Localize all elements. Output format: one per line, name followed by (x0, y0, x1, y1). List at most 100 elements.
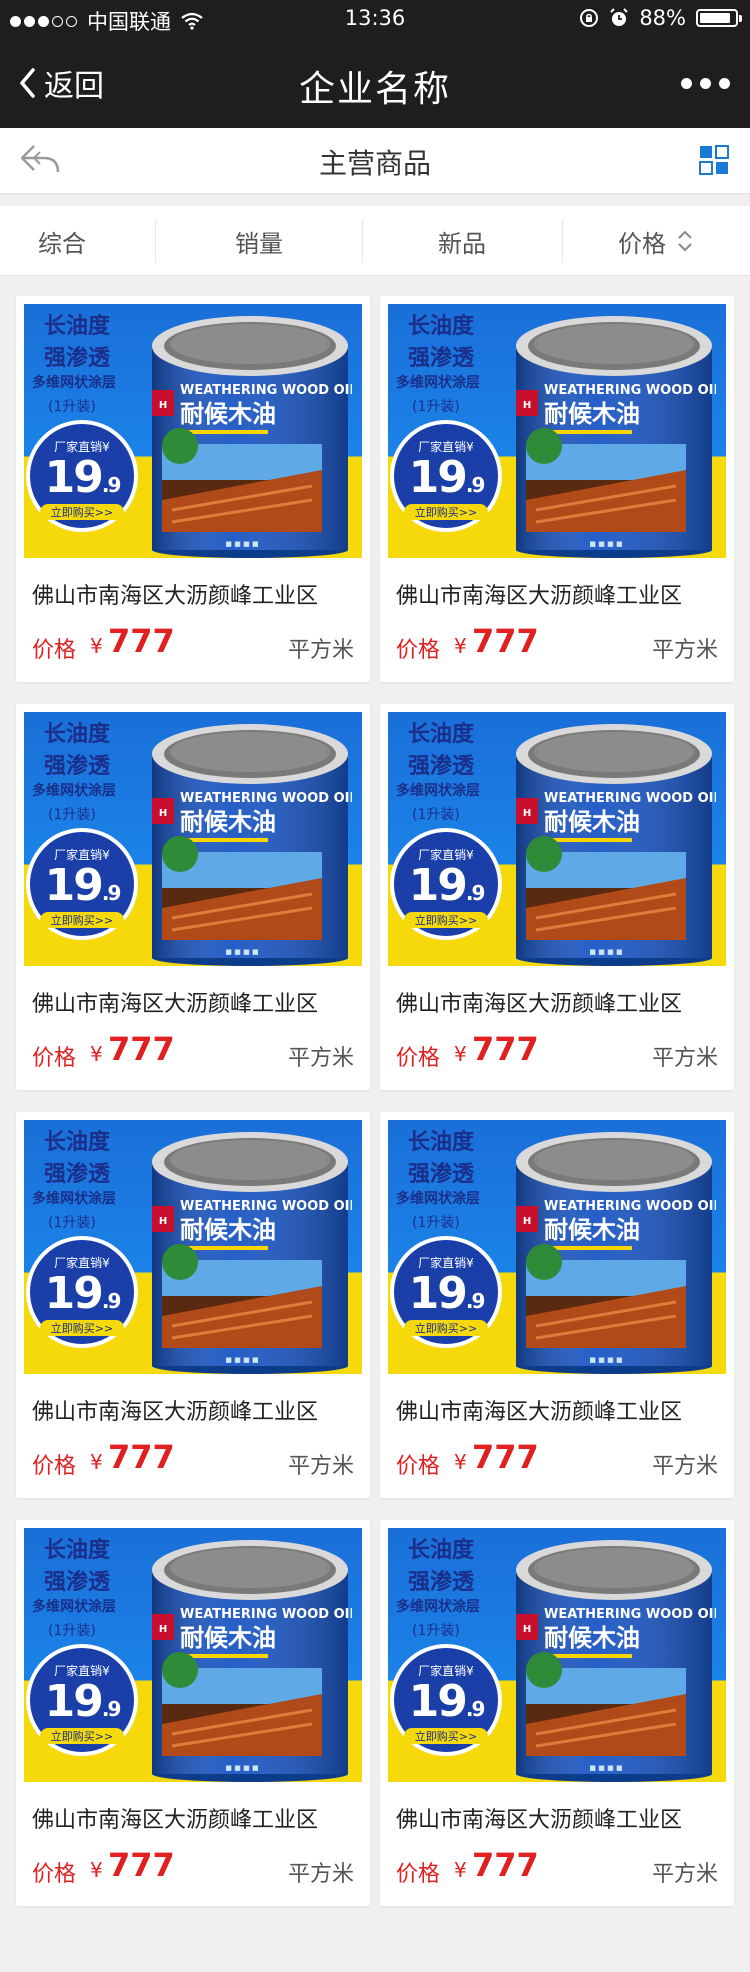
price-label: 价格 (32, 1454, 77, 1479)
product-card[interactable]: 长油度 强渗透 多维网状涂层 (1升装) 厂家直销¥ 19.9 立即购买>> H… (380, 1112, 734, 1498)
price-label: 价格 (396, 1862, 441, 1887)
more-dot-icon (719, 77, 730, 89)
product-card[interactable]: 长油度 强渗透 多维网状涂层 (1升装) 厂家直销¥ 19.9 立即购买>> H… (16, 1112, 370, 1498)
can-brand-en: WEATHERING WOOD OIL (544, 791, 716, 806)
more-options-button[interactable] (681, 68, 730, 98)
battery-fill (700, 13, 730, 23)
can-brand-cn: 耐候木油 (180, 808, 276, 836)
product-price: 777 (472, 1438, 539, 1476)
price-label: 价格 (32, 638, 77, 663)
image-text: 长油度 (44, 1130, 111, 1155)
image-text: 强渗透 (408, 346, 475, 371)
image-text: 多维网状涂层 (396, 783, 480, 799)
badge-price-decimal: .9 (101, 881, 121, 905)
badge-buy-text: 立即购买>> (404, 504, 488, 520)
can-brand-cn: 耐候木油 (544, 400, 640, 428)
product-card[interactable]: 长油度 强渗透 多维网状涂层 (1升装) 厂家直销¥ 19.9 立即购买>> H… (380, 296, 734, 682)
product-image: 长油度 强渗透 多维网状涂层 (1升装) 厂家直销¥ 19.9 立即购买>> H… (388, 1528, 726, 1782)
product-image: 长油度 强渗透 多维网状涂层 (1升装) 厂家直销¥ 19.9 立即购买>> H… (388, 712, 726, 966)
sort-tab-comprehensive[interactable]: 综合 (0, 206, 124, 276)
product-price: 777 (472, 1030, 539, 1068)
product-price: 777 (108, 1438, 175, 1476)
product-unit: 平方米 (651, 1862, 718, 1887)
product-card[interactable]: 长油度 强渗透 多维网状涂层 (1升装) 厂家直销¥ 19.9 立即购买>> H… (16, 1520, 370, 1906)
sort-tab-price[interactable]: 价格 (562, 206, 750, 276)
can-brand-cn: 耐候木油 (180, 1216, 276, 1244)
svg-text:■ ■ ■ ■: ■ ■ ■ ■ (225, 540, 258, 548)
product-card[interactable]: 长油度 强渗透 多维网状涂层 (1升装) 厂家直销¥ 19.9 立即购买>> H… (380, 704, 734, 1090)
paint-can-image: H WEATHERING WOOD OIL 耐候木油 ■ ■ ■ ■ (152, 316, 352, 558)
sort-tab-sales[interactable]: 销量 (156, 206, 362, 276)
product-unit: 平方米 (651, 1046, 718, 1071)
image-text: 多维网状涂层 (396, 1599, 480, 1615)
sort-tab-label: 价格 (618, 229, 666, 258)
product-name: 佛山市南海区大沥颜峰工业区 (396, 1400, 683, 1425)
can-logo: H (159, 400, 167, 411)
product-unit: 平方米 (287, 1862, 354, 1887)
paint-can-image: H WEATHERING WOOD OIL 耐候木油 ■ ■ ■ ■ (152, 1540, 352, 1782)
image-text: 强渗透 (44, 1570, 111, 1595)
currency-symbol: ¥ (90, 1042, 103, 1066)
product-image: 长油度 强渗透 多维网状涂层 (1升装) 厂家直销¥ 19.9 立即购买>> H… (24, 1120, 362, 1374)
product-card[interactable]: 长油度 强渗透 多维网状涂层 (1升装) 厂家直销¥ 19.9 立即购买>> H… (380, 1520, 734, 1906)
paint-can-image: H WEATHERING WOOD OIL 耐候木油 ■ ■ ■ ■ (516, 1540, 716, 1782)
promo-price-badge: 厂家直销¥ 19.9 立即购买>> (26, 420, 138, 532)
image-text: 长油度 (408, 722, 475, 747)
price-label: 价格 (396, 638, 441, 663)
battery-icon (696, 9, 742, 27)
section-title: 主营商品 (318, 147, 431, 180)
badge-price: 19.9 (30, 860, 134, 911)
paint-can-image: H WEATHERING WOOD OIL 耐候木油 ■ ■ ■ ■ (152, 1132, 352, 1374)
image-text: 长油度 (44, 314, 111, 339)
image-text: (1升装) (48, 1215, 96, 1231)
product-card[interactable]: 长油度 强渗透 多维网状涂层 (1升装) 厂家直销¥ 19.9 立即购买>> H… (16, 704, 370, 1090)
paint-can-image: H WEATHERING WOOD OIL 耐候木油 ■ ■ ■ ■ (516, 724, 716, 966)
badge-price-decimal: .9 (465, 1289, 485, 1313)
badge-price: 19.9 (30, 1676, 134, 1727)
badge-buy-text: 立即购买>> (40, 1320, 124, 1336)
price-label: 价格 (32, 1862, 77, 1887)
can-brand-en: WEATHERING WOOD OIL (544, 383, 716, 398)
image-text: (1升装) (48, 807, 96, 823)
image-text: 长油度 (408, 1538, 475, 1563)
sort-tab-new[interactable]: 新品 (362, 206, 562, 276)
can-brand-en: WEATHERING WOOD OIL (180, 1199, 352, 1214)
currency-symbol: ¥ (454, 1042, 467, 1066)
promo-price-badge: 厂家直销¥ 19.9 立即购买>> (26, 1236, 138, 1348)
badge-price-decimal: .9 (465, 881, 485, 905)
paint-can-image: H WEATHERING WOOD OIL 耐候木油 ■ ■ ■ ■ (516, 1132, 716, 1374)
sort-tab-label: 综合 (38, 229, 86, 258)
image-text: 长油度 (408, 1130, 475, 1155)
currency-symbol: ¥ (90, 634, 103, 658)
grid-view-icon[interactable] (698, 144, 730, 180)
svg-text:■ ■ ■ ■: ■ ■ ■ ■ (589, 948, 622, 956)
badge-price: 19.9 (394, 452, 498, 503)
sort-tab-label: 新品 (438, 229, 486, 258)
can-brand-cn: 耐候木油 (180, 1624, 276, 1652)
price-label: 价格 (32, 1046, 77, 1071)
product-image: 长油度 强渗透 多维网状涂层 (1升装) 厂家直销¥ 19.9 立即购买>> H… (388, 1120, 726, 1374)
can-logo: H (159, 1624, 167, 1635)
badge-buy-text: 立即购买>> (404, 1320, 488, 1336)
sort-tab-label: 销量 (235, 229, 283, 258)
svg-text:■ ■ ■ ■: ■ ■ ■ ■ (225, 948, 258, 956)
image-text: 多维网状涂层 (32, 783, 116, 799)
sort-arrows-icon (678, 230, 692, 252)
badge-price: 19.9 (394, 1268, 498, 1319)
badge-price-decimal: .9 (101, 1697, 121, 1721)
currency-symbol: ¥ (90, 1450, 103, 1474)
image-text: (1升装) (412, 1623, 460, 1639)
image-text: 多维网状涂层 (32, 375, 116, 391)
paint-can-image: H WEATHERING WOOD OIL 耐候木油 ■ ■ ■ ■ (152, 724, 352, 966)
sort-bar: 综合 销量 新品 价格 (0, 206, 750, 276)
image-text: 多维网状涂层 (32, 1191, 116, 1207)
product-unit: 平方米 (287, 1454, 354, 1479)
product-price: 777 (108, 1846, 175, 1884)
can-brand-cn: 耐候木油 (544, 808, 640, 836)
image-text: (1升装) (412, 399, 460, 415)
product-name: 佛山市南海区大沥颜峰工业区 (32, 1400, 319, 1425)
product-card[interactable]: 长油度 强渗透 多维网状涂层 (1升装) 厂家直销¥ 19.9 立即购买>> H… (16, 296, 370, 682)
nav-bar: 返回 企业名称 (0, 38, 750, 128)
product-name: 佛山市南海区大沥颜峰工业区 (396, 992, 683, 1017)
promo-price-badge: 厂家直销¥ 19.9 立即购买>> (390, 1644, 502, 1756)
